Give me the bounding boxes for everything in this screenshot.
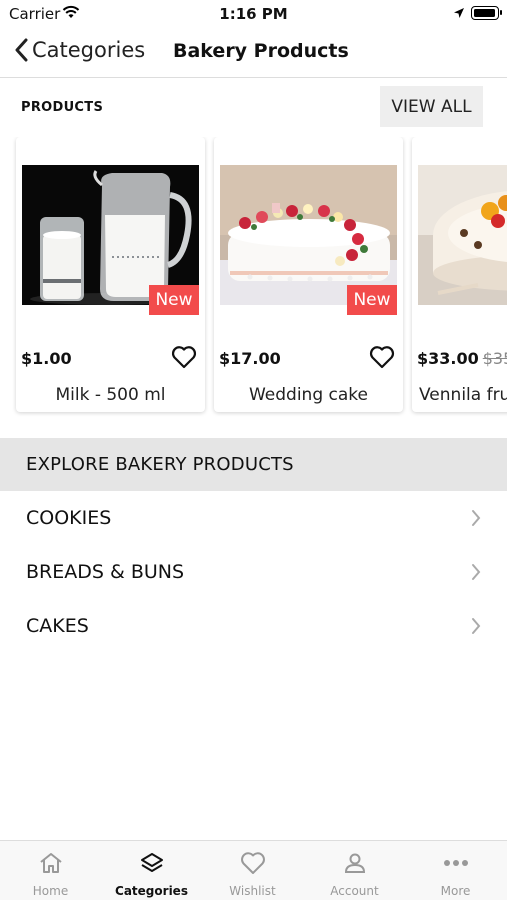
category-label: CAKES [26, 615, 89, 637]
heart-icon [240, 852, 265, 874]
home-icon [39, 853, 62, 873]
products-carousel[interactable]: New $1.00 Milk - 500 ml New $17.00 Weddi… [0, 137, 507, 417]
product-card[interactable]: New $1.00 Milk - 500 ml [16, 137, 205, 412]
tab-categories[interactable]: Categories [101, 841, 202, 900]
tab-label: Home [32, 884, 69, 898]
view-all-button[interactable]: VIEW ALL [380, 86, 483, 127]
tab-wishlist[interactable]: Wishlist [202, 841, 303, 900]
battery-icon [471, 6, 502, 20]
products-section-header: PRODUCTS VIEW ALL [0, 86, 507, 128]
tab-label: Account [330, 884, 379, 898]
milk-product-image [22, 165, 199, 305]
clock: 1:16 PM [219, 5, 288, 23]
page-title: Bakery Products [173, 40, 349, 62]
tab-more[interactable]: More [405, 841, 506, 900]
chevron-left-icon [15, 38, 28, 62]
chevron-right-icon [472, 618, 481, 634]
category-item-cakes[interactable]: CAKES [0, 599, 507, 653]
product-old-price: $35 [482, 349, 507, 368]
vanilla-fruit-cake-image [418, 165, 507, 305]
products-label: PRODUCTS [21, 100, 104, 115]
new-badge: New [149, 285, 199, 315]
layers-icon [140, 853, 163, 872]
tab-label: Categories [115, 884, 188, 898]
back-button[interactable]: Categories [14, 38, 145, 62]
tab-bar: Home Categories Wishlist Account More [0, 840, 507, 900]
chevron-right-icon [472, 510, 481, 526]
back-label: Categories [32, 38, 146, 62]
product-name: Wedding cake [248, 385, 368, 405]
tab-label: More [440, 884, 471, 898]
wishlist-heart-icon[interactable] [171, 345, 197, 369]
location-arrow-icon [453, 5, 465, 23]
explore-heading: EXPLORE BAKERY PRODUCTS [26, 454, 294, 475]
person-icon [344, 853, 365, 873]
product-price: $17.00 [219, 349, 281, 368]
tab-account[interactable]: Account [304, 841, 405, 900]
category-label: COOKIES [26, 507, 112, 529]
category-label: BREADS & BUNS [26, 561, 185, 583]
category-item-cookies[interactable]: COOKIES [0, 491, 507, 545]
wishlist-heart-icon[interactable] [369, 345, 395, 369]
product-name: Milk - 500 ml [55, 385, 166, 405]
wedding-cake-image [220, 165, 397, 305]
product-price: $1.00 [21, 349, 72, 368]
explore-section-header: EXPLORE BAKERY PRODUCTS [0, 438, 507, 491]
product-name: Vennila fru [419, 385, 507, 405]
tab-label: Wishlist [229, 884, 276, 898]
tab-home[interactable]: Home [0, 841, 101, 900]
new-badge: New [347, 285, 397, 315]
product-price: $33.00$35 [417, 349, 507, 368]
status-bar: Carrier 1:16 PM [0, 0, 507, 28]
chevron-right-icon [472, 564, 481, 580]
category-item-breads-buns[interactable]: BREADS & BUNS [0, 545, 507, 599]
more-dots-icon [443, 860, 468, 866]
product-card[interactable]: $33.00$35 Vennila fru [412, 137, 507, 412]
category-list: COOKIES BREADS & BUNS CAKES [0, 491, 507, 653]
product-card[interactable]: New $17.00 Wedding cake [214, 137, 403, 412]
navigation-bar: Categories Bakery Products [0, 28, 507, 78]
